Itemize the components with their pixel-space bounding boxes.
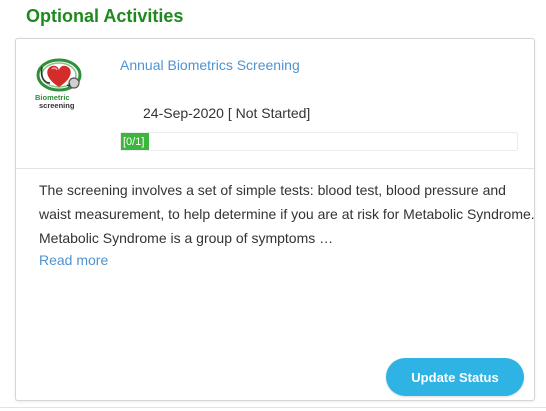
activity-title-link[interactable]: Annual Biometrics Screening [120, 57, 300, 73]
activity-header: Biometric screening Annual Biometrics Sc… [16, 39, 534, 169]
progress-label: [0/1] [123, 136, 145, 148]
progress-bar-fill: [0/1] [121, 133, 149, 150]
update-status-button[interactable]: Update Status [386, 358, 524, 396]
read-more-link[interactable]: Read more [39, 252, 108, 268]
progress-bar: [0/1] [120, 132, 518, 151]
activity-description: The screening involves a set of simple t… [39, 182, 535, 246]
section-title: Optional Activities [26, 6, 184, 26]
logo-text-line2: screening [39, 101, 75, 110]
biometric-screening-logo-icon: Biometric screening [35, 58, 82, 110]
activity-date-status: 24-Sep-2020 [ Not Started] [143, 105, 311, 121]
activity-card: Biometric screening Annual Biometrics Sc… [15, 38, 535, 401]
divider [0, 407, 546, 408]
